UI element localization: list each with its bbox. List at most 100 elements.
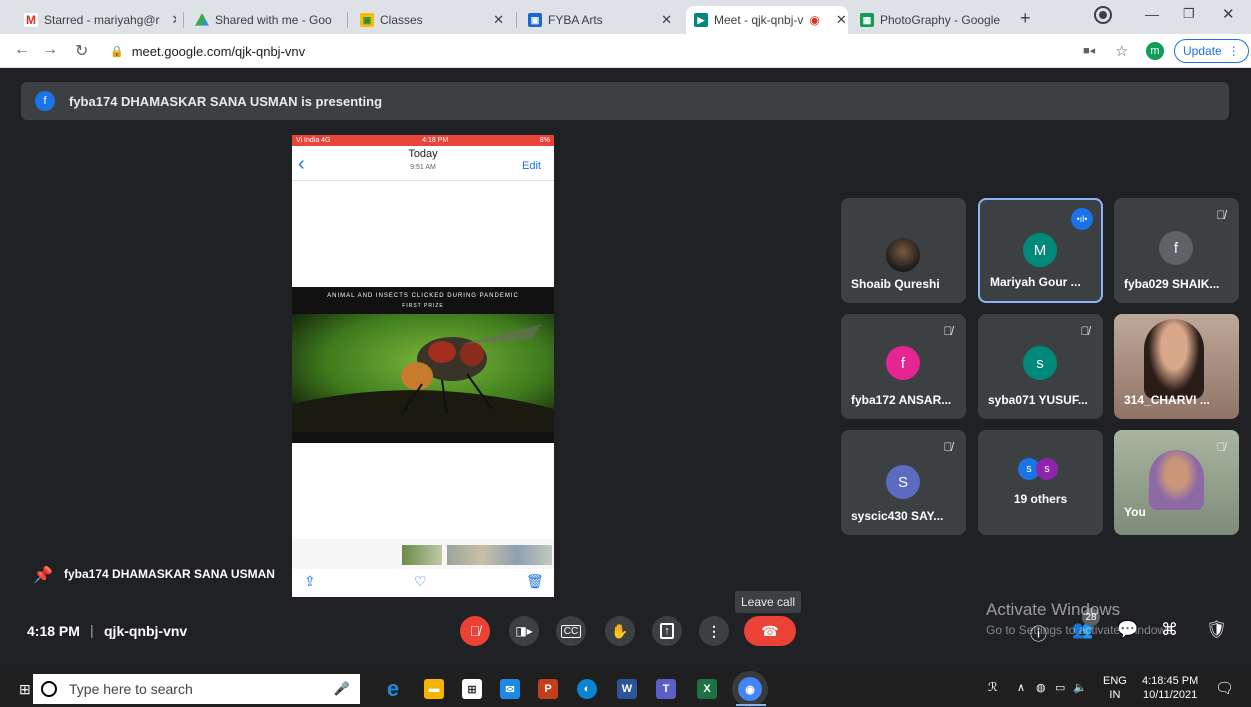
more-vert-icon: ⋮ — [1227, 44, 1240, 58]
more-options-button[interactable]: ⋮ — [699, 616, 729, 646]
language-code: ENG — [1103, 675, 1127, 687]
edge-icon[interactable]: ◐ — [577, 679, 597, 699]
host-controls-icon[interactable]: 🛡 — [1206, 620, 1228, 640]
phone-status-bar: Vi India 4G 4:18 PM 8% — [292, 135, 554, 146]
back-icon[interactable]: ← — [14, 41, 30, 59]
window-close-icon[interactable]: ✕ — [1222, 5, 1235, 23]
system-clock[interactable]: 4:18:45 PM 10/11/2021 — [1142, 674, 1198, 702]
volume-icon[interactable]: 🔈 — [1073, 681, 1087, 694]
participant-name: fyba029 SHAIK... — [1124, 277, 1220, 291]
windows-taskbar: ⊞ Type here to search 🎤 e ▬ ⊞ ✉ P ◐ W T … — [0, 671, 1251, 707]
update-button[interactable]: Update ⋮ — [1174, 39, 1249, 63]
address-bar[interactable]: 🔒 meet.google.com/qjk-qnbj-vnv — [110, 39, 1070, 63]
participant-tile[interactable]: 314_CHARVI ... — [1114, 314, 1239, 419]
close-icon[interactable]: ✕ — [1006, 12, 1012, 28]
participant-tile[interactable]: •ıl• M Mariyah Gour ... — [978, 198, 1103, 303]
camera-icon: ◨▸ — [515, 624, 533, 638]
tray-chevron-icon[interactable]: ∧ — [1017, 681, 1025, 694]
microphone-icon: 🎤 — [333, 681, 350, 696]
close-icon[interactable]: ✕ — [166, 12, 176, 28]
sheets-icon: ▦ — [860, 13, 874, 27]
participant-tile[interactable]: 🎙̸ f fyba029 SHAIK... — [1114, 198, 1239, 303]
pinned-presenter-name: fyba174 DHAMASKAR SANA USMAN — [64, 567, 275, 581]
meeting-code: qjk-qnbj-vnv — [104, 623, 188, 639]
mail-icon[interactable]: ✉ — [500, 679, 520, 699]
camera-toggle-button[interactable]: ◨▸ — [509, 616, 539, 646]
record-icon[interactable] — [1096, 8, 1110, 22]
close-icon[interactable]: ✕ — [487, 12, 504, 28]
tab-drive[interactable]: Shared with me - Goo ✕ — [187, 6, 342, 34]
phone-edit-label: Edit — [522, 160, 541, 172]
close-icon[interactable]: ✕ — [655, 12, 672, 28]
forward-icon[interactable]: → — [42, 41, 58, 59]
leave-call-button[interactable]: ☎ — [744, 616, 796, 646]
close-icon[interactable]: ✕ — [338, 12, 342, 28]
recording-dot-icon: ◉ — [809, 13, 820, 27]
battery-icon[interactable]: ▭ — [1055, 681, 1065, 694]
word-icon[interactable]: W — [617, 679, 637, 699]
tab-label: Classes — [380, 13, 423, 27]
others-tile[interactable]: s s 19 others — [978, 430, 1103, 535]
excel-icon[interactable]: X — [697, 679, 717, 699]
minimize-icon[interactable]: — — [1145, 6, 1159, 22]
photo-subcaption: FIRST PRIZE — [402, 303, 444, 309]
store-icon[interactable]: ⊞ — [462, 679, 482, 699]
reload-icon[interactable]: ↻ — [75, 41, 88, 61]
participant-tile[interactable]: 🎙̸ S syscic430 SAY... — [841, 430, 966, 535]
chrome-icon[interactable]: ◉ — [738, 677, 762, 701]
powerpoint-icon[interactable]: P — [538, 679, 558, 699]
captions-button[interactable]: CC — [556, 616, 586, 646]
windows-start-icon[interactable]: ⊞ — [19, 681, 31, 698]
clock-date: 10/11/2021 — [1143, 689, 1198, 701]
share-icon: ⇪ — [304, 573, 316, 589]
participant-name: syscic430 SAY... — [851, 509, 944, 523]
mic-toggle-button[interactable]: 🎙̸ — [460, 616, 490, 646]
people-tray-icon[interactable]: ℛ — [988, 680, 998, 694]
restore-icon[interactable]: ❐ — [1183, 6, 1195, 22]
participant-tile[interactable]: 🎙̸ s syba071 YUSUF... — [978, 314, 1103, 419]
tab-gmail[interactable]: M Starred - mariyahg@r ✕ — [16, 6, 176, 34]
carrier-text: Vi India 4G — [296, 137, 331, 144]
captions-icon: CC — [560, 624, 582, 638]
hand-icon: ✋ — [611, 622, 629, 639]
profile-avatar[interactable]: m — [1146, 42, 1164, 60]
network-icon[interactable]: ◍ — [1036, 681, 1046, 694]
participant-tile[interactable]: Shoaib Qureshi — [841, 198, 966, 303]
fly-photo — [292, 314, 554, 432]
participant-avatar: S — [886, 465, 920, 499]
file-explorer-icon[interactable]: ▬ — [424, 679, 444, 699]
teams-icon[interactable]: T — [656, 679, 676, 699]
tab-fyba-arts[interactable]: ▣ FYBA Arts ✕ — [520, 6, 680, 34]
self-tile[interactable]: 🎙̸ You — [1114, 430, 1239, 535]
camera-icon[interactable]: ■◂ — [1083, 44, 1095, 57]
bookmark-star-icon[interactable]: ☆ — [1115, 42, 1128, 60]
present-icon: ↑ — [660, 623, 674, 639]
present-button[interactable]: ↑ — [652, 616, 682, 646]
edge-legacy-icon[interactable]: e — [383, 676, 403, 701]
activate-windows-title: Activate Windows — [986, 600, 1121, 619]
meeting-time: 4:18 PM — [27, 623, 80, 639]
raise-hand-button[interactable]: ✋ — [605, 616, 635, 646]
tab-meet[interactable]: ▶ Meet - qjk-qnbj-v ◉ ✕ — [686, 6, 848, 34]
presentation-screen: Vi India 4G 4:18 PM 8% ‹ Today 9:51 AM E… — [292, 135, 554, 597]
close-icon[interactable]: ✕ — [830, 12, 847, 28]
lock-icon: 🔒 — [110, 45, 124, 58]
pin-icon[interactable]: 📌 — [33, 565, 53, 585]
meeting-separator: | — [90, 622, 94, 638]
phone-time: 4:18 PM — [422, 137, 449, 144]
participant-photo — [886, 238, 920, 272]
tab-classes[interactable]: ▣ Classes ✕ — [352, 6, 512, 34]
activate-windows-subtitle: Go to Settings to activate Windows. — [986, 623, 1176, 637]
participant-avatar: M — [1023, 233, 1057, 267]
shared-photo: ANIMAL AND INSECTS CLICKED DURING PANDEM… — [292, 287, 554, 443]
notification-icon[interactable]: 🗨 — [1215, 679, 1234, 697]
language-indicator[interactable]: ENG IN — [1103, 674, 1127, 702]
self-name: You — [1124, 505, 1146, 519]
participant-tile[interactable]: 🎙̸ f fyba172 ANSAR... — [841, 314, 966, 419]
tab-photography[interactable]: ▦ PhotoGraphy - Google ✕ — [852, 6, 1012, 34]
meet-icon: ▶ — [694, 13, 708, 27]
participant-avatar: s — [1036, 458, 1058, 480]
new-tab-button[interactable]: + — [1020, 8, 1031, 29]
taskbar-search-box[interactable]: Type here to search 🎤 — [33, 674, 360, 704]
clock-time: 4:18:45 PM — [1142, 675, 1199, 687]
